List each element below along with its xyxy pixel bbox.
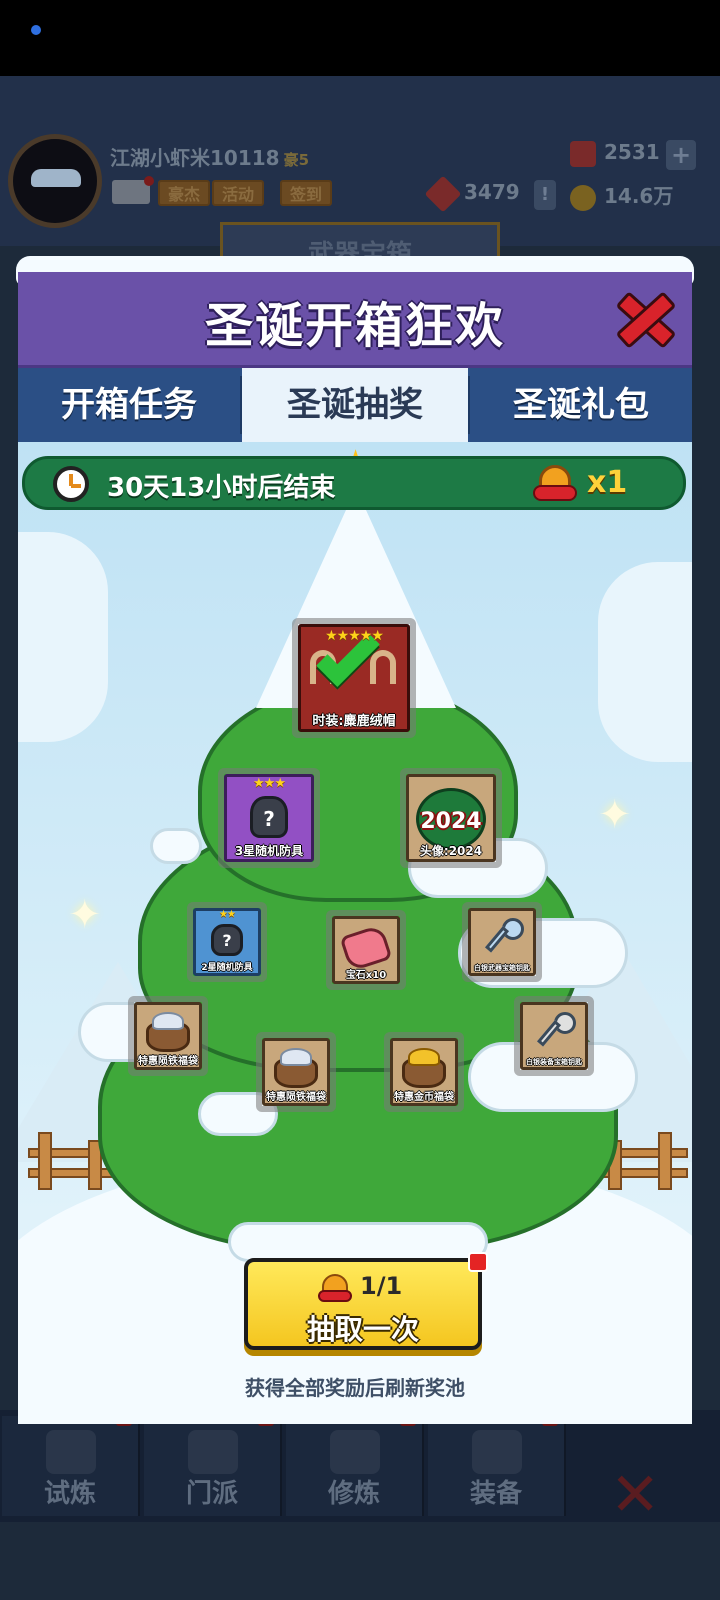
nav-trial: 试炼: [2, 1410, 140, 1516]
tab-christmas-pack[interactable]: 圣诞礼包: [470, 368, 692, 442]
nav-sect: 门派: [144, 1410, 282, 1516]
player-name: 江湖小虾米10118 豪5: [110, 146, 310, 170]
tag-hero: 豪杰: [158, 180, 211, 206]
reward-avatar-2024[interactable]: 2024 头像:2024: [400, 768, 502, 868]
notification-dot-icon: [31, 25, 41, 35]
clock-icon: [53, 466, 89, 502]
draw-once-button[interactable]: 1/1 抽取一次: [244, 1252, 488, 1350]
reward-label: 3星随机防具: [234, 844, 304, 858]
reward-meteor-iron-bag[interactable]: 特惠陨铁福袋: [128, 996, 208, 1076]
star-rating: ★★★★★: [325, 628, 384, 644]
reward-label: 特惠陨铁福袋: [266, 1092, 326, 1103]
star-rating: ★★: [219, 909, 236, 920]
gem-counter: 2531: [570, 140, 660, 167]
reward-label: 白银武器宝箱钥匙: [474, 964, 530, 972]
reward-gems[interactable]: 宝石x10: [326, 910, 406, 990]
bottom-nav: 试炼 门派 修炼 装备 ✕: [0, 1410, 720, 1530]
reward-label: 特惠陨铁福袋: [138, 1056, 198, 1067]
reward-silver-equipment-key[interactable]: 白银装备宝箱钥匙: [514, 996, 594, 1076]
player-header: 江湖小虾米10118 豪5 豪杰 活动 签到 2531 + 3479 ! 14.6…: [0, 76, 720, 246]
alert-icon: !: [534, 180, 556, 210]
trial-icon: [46, 1430, 96, 1474]
cultivate-icon: [330, 1430, 380, 1474]
reward-label: 特惠金币福袋: [394, 1092, 454, 1103]
draw-label: 抽取一次: [306, 1313, 419, 1346]
nav-equipment: 装备: [428, 1410, 566, 1516]
sect-icon: [188, 1430, 238, 1474]
equipment-icon: [472, 1430, 522, 1474]
bell-icon: [533, 461, 577, 505]
refresh-note: 获得全部奖励后刷新奖池: [245, 1376, 465, 1400]
reward-label: 宝石x10: [345, 970, 387, 981]
star-rating: ★★★: [253, 776, 286, 791]
gem-icon: [570, 140, 596, 167]
modal-title: 圣诞开箱狂欢: [204, 298, 505, 354]
tab-bar: 开箱任务 圣诞抽奖 圣诞礼包: [18, 368, 692, 442]
reward-label: 时装:麋鹿绒帽: [312, 714, 396, 729]
reward-2star-armor[interactable]: ? ★★ 2星随机防具: [187, 902, 267, 982]
token-icon: [424, 175, 462, 212]
status-bar: [0, 0, 720, 76]
tag-checkin: 签到: [280, 180, 333, 206]
coin-icon: [570, 184, 596, 211]
tab-chest-tasks[interactable]: 开箱任务: [18, 368, 240, 442]
modal-header: 圣诞开箱狂欢: [18, 272, 692, 368]
coin-counter: 14.6万: [570, 180, 673, 211]
reward-meteor-iron-bag[interactable]: 特惠陨铁福袋: [256, 1032, 336, 1112]
vip-level: 豪5: [283, 151, 310, 169]
reward-3star-armor[interactable]: ? ★★★ 3星随机防具: [218, 768, 320, 868]
token-counter: 3479: [424, 175, 520, 212]
snow-clump: [228, 1222, 488, 1262]
reward-label: 头像:2024: [419, 844, 483, 858]
tab-christmas-lottery[interactable]: 圣诞抽奖: [242, 368, 468, 442]
nav-cultivate: 修炼: [286, 1410, 424, 1516]
add-gems-button: +: [666, 140, 696, 170]
armor-icon: ?: [250, 796, 288, 838]
snow-clump: [150, 828, 202, 864]
reward-gold-coin-bag[interactable]: 特惠金币福袋: [384, 1032, 464, 1112]
player-avatar: [8, 134, 102, 228]
christmas-event-modal: 圣诞开箱狂欢 开箱任务 圣诞抽奖 圣诞礼包 ✦ ✦ 30天13小时后结束 x1 …: [16, 256, 694, 1424]
reward-silver-weapon-key[interactable]: 白银武器宝箱钥匙: [462, 902, 542, 982]
bell-icon: [318, 1272, 352, 1306]
close-icon: ✕: [610, 1460, 661, 1530]
game-screen: 江湖小虾米10118 豪5 豪杰 活动 签到 2531 + 3479 ! 14.6…: [0, 0, 720, 1600]
lottery-panel: ✦ ✦ ★ 30天13小时后结束: [18, 442, 692, 1424]
draw-count: 1/1: [360, 1272, 403, 1300]
bell-count: x1: [587, 465, 628, 500]
event-countdown: 30天13小时后结束: [107, 473, 336, 503]
reward-label: 白银装备宝箱钥匙: [526, 1058, 582, 1066]
reward-reindeer-hat[interactable]: ★★★★★ 时装:麋鹿绒帽: [292, 618, 416, 738]
event-timer-bar: 30天13小时后结束 x1: [22, 456, 686, 510]
armor-icon: ?: [211, 924, 243, 956]
tag-events: 活动: [212, 180, 265, 206]
avatar-2024-icon: 2024: [416, 788, 486, 850]
reward-label: 2星随机防具: [201, 963, 253, 973]
badge-dot: [468, 1252, 488, 1272]
mail-icon: [112, 176, 154, 204]
close-button[interactable]: [612, 286, 674, 348]
